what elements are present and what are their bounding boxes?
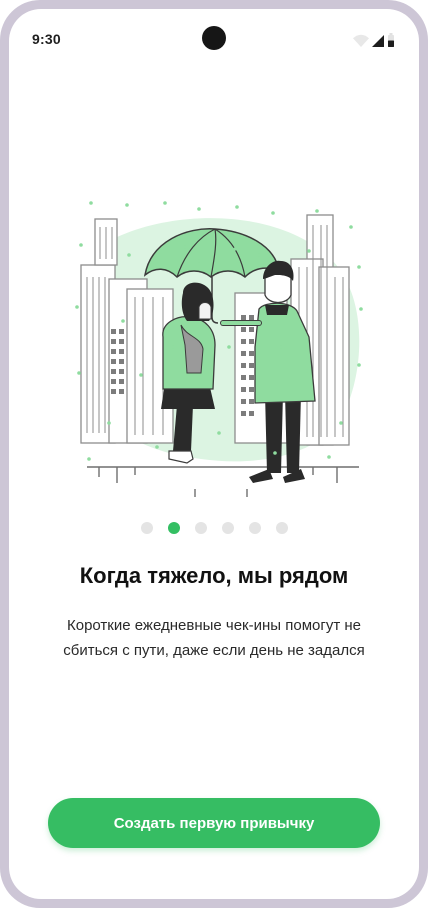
pager-dot-5[interactable] — [248, 522, 261, 534]
pager-dot-1[interactable] — [140, 522, 153, 534]
cellular-signal-icon — [372, 35, 384, 47]
pager-dot-4[interactable] — [221, 522, 234, 534]
status-bar: 9:30 — [9, 9, 419, 71]
status-icons — [353, 33, 394, 47]
pager-dot-6[interactable] — [275, 522, 288, 534]
pager-dot-3[interactable] — [194, 522, 207, 534]
wifi-icon — [353, 34, 369, 47]
battery-icon — [388, 33, 394, 47]
device-frame: 9:30 Когда тяжело, мы рядом Короткие еже… — [0, 0, 428, 908]
couple-under-umbrella-illustration — [75, 201, 363, 497]
front-camera — [202, 26, 226, 50]
ground — [87, 466, 359, 497]
onboarding-title: Когда тяжело, мы рядом — [79, 563, 349, 588]
pager-dot-2-active[interactable] — [167, 522, 180, 534]
screen: 9:30 Когда тяжело, мы рядом Короткие еже… — [9, 9, 419, 899]
onboarding-subtitle: Короткие ежедневные чек-ины помогут не с… — [63, 617, 365, 659]
status-time: 9:30 — [32, 31, 61, 47]
create-first-habit-button[interactable]: Создать первую привычку — [48, 798, 380, 848]
onboarding-pager — [9, 522, 419, 536]
